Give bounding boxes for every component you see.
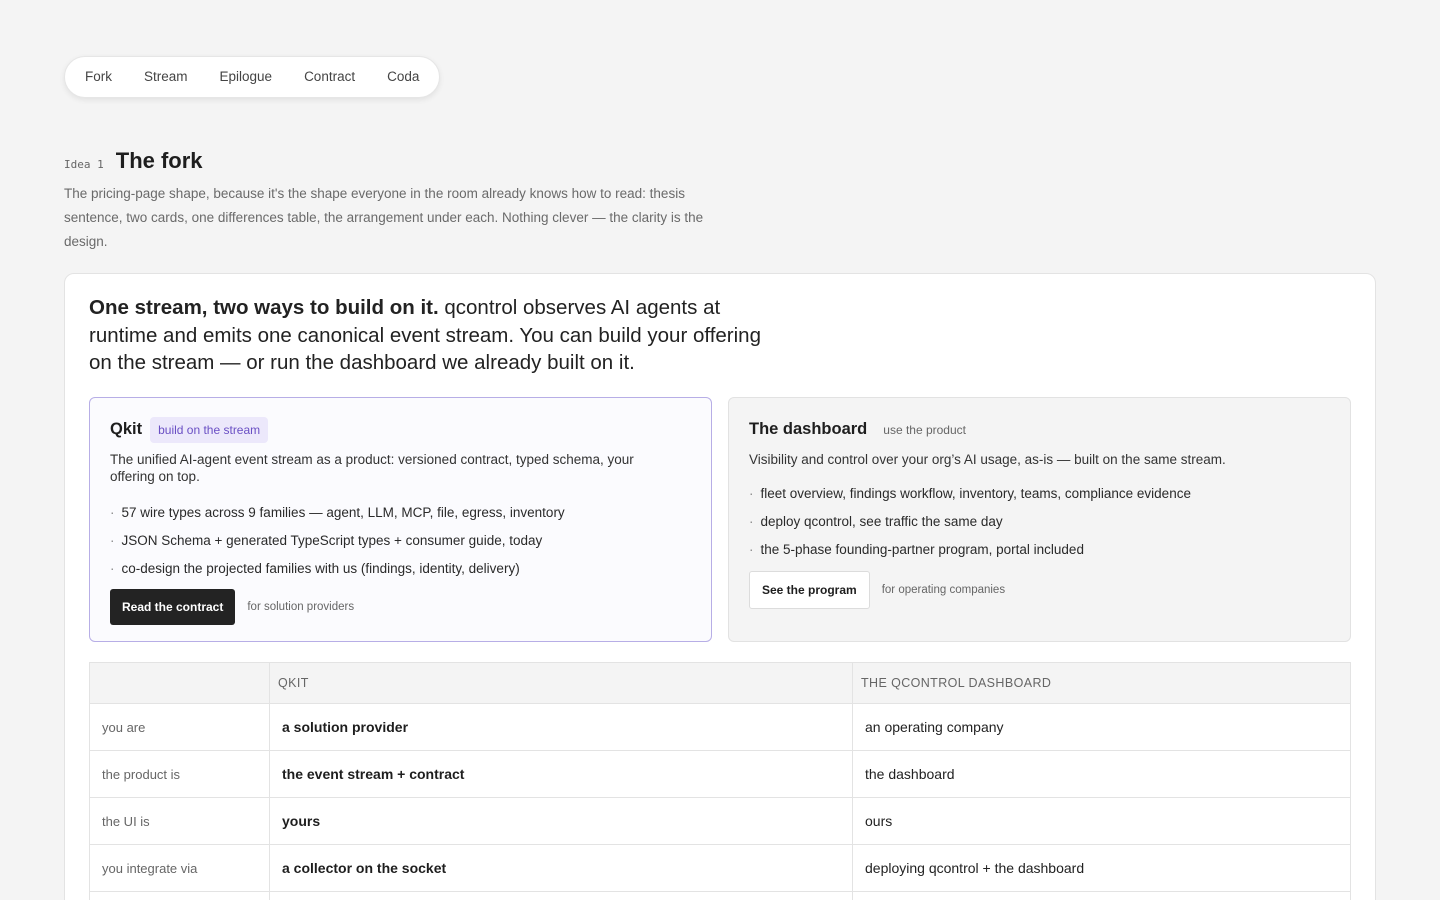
- table-header-dashboard: THE QCONTROL DASHBOARD: [852, 662, 1351, 704]
- dashboard-actions: See the program for operating companies: [749, 571, 1005, 609]
- list-item: · 57 wire types across 9 families — agent…: [110, 499, 691, 527]
- dashboard-card-description: Visibility and control over your org’s A…: [749, 452, 1226, 467]
- row-label: you are: [89, 703, 270, 751]
- bullet-dot-icon: ·: [110, 533, 115, 548]
- bullet-dot-icon: ·: [110, 561, 115, 576]
- table-row: you integrate via a collector on the soc…: [89, 844, 1351, 892]
- bullet-dot-icon: ·: [110, 505, 115, 520]
- nav-item-epilogue[interactable]: Epilogue: [204, 57, 289, 97]
- idea-description: The pricing-page shape, because it's the…: [64, 186, 704, 249]
- qkit-cell: the event stream + contract: [269, 750, 853, 798]
- dashboard-cell: deploying qcontrol + the dashboard: [852, 844, 1351, 892]
- read-contract-button[interactable]: Read the contract: [110, 589, 236, 625]
- qkit-bullet-text: 57 wire types across 9 families — agent,…: [121, 505, 565, 520]
- row-label: [89, 891, 270, 900]
- thesis-lead: One stream, two ways to build on it.: [89, 296, 439, 319]
- qkit-card: Qkit build on the stream The unified AI-…: [89, 397, 712, 642]
- idea-header: Idea 1 The fork: [64, 148, 203, 174]
- section-nav: Fork Stream Epilogue Contract Coda: [64, 56, 441, 98]
- qkit-bullet-text: JSON Schema + generated TypeScript types…: [121, 533, 543, 548]
- table-row: you are a solution provider an operating…: [89, 703, 1351, 751]
- dashboard-bullet-list: · fleet overview, findings workflow, inve…: [749, 480, 1330, 564]
- table-header-blank: [89, 662, 270, 704]
- differences-table: QKIT THE QCONTROL DASHBOARD you are a so…: [89, 662, 1351, 900]
- idea-title: The fork: [115, 148, 203, 173]
- nav-item-contract[interactable]: Contract: [288, 57, 371, 97]
- dashboard-bullet-text: fleet overview, findings workflow, inven…: [760, 486, 1191, 501]
- list-item: · deploy qcontrol, see traffic the same d…: [749, 508, 1330, 536]
- table-header-row: QKIT THE QCONTROL DASHBOARD: [89, 662, 1351, 704]
- dashboard-card: The dashboard use the product Visibility…: [728, 397, 1351, 642]
- qkit-audience-note: for solution providers: [247, 601, 355, 613]
- nav-item-coda[interactable]: Coda: [371, 57, 435, 97]
- qkit-card-title: Qkit: [110, 420, 143, 438]
- qkit-card-description: The unified AI-agent event stream as a p…: [110, 452, 634, 484]
- qkit-bullet-text: co-design the projected families with us…: [121, 561, 520, 576]
- dashboard-card-header: The dashboard use the product: [749, 416, 1330, 443]
- qkit-cell: yours: [269, 797, 853, 845]
- nav-item-fork[interactable]: Fork: [69, 57, 128, 97]
- table-row: the UI is yours ours: [89, 797, 1351, 845]
- see-program-button[interactable]: See the program: [749, 571, 870, 609]
- bullet-dot-icon: ·: [749, 542, 754, 557]
- list-item: · fleet overview, findings workflow, inve…: [749, 480, 1330, 508]
- bullet-dot-icon: ·: [749, 486, 754, 501]
- dashboard-bullet-text: the 5-phase founding-partner program, po…: [760, 542, 1084, 557]
- dashboard-cell: an operating company: [852, 703, 1351, 751]
- qkit-card-header: Qkit build on the stream: [110, 416, 691, 443]
- qkit-bullet-list: · 57 wire types across 9 families — agent…: [110, 499, 691, 583]
- fork-panel: One stream, two ways to build on it. qco…: [64, 273, 1376, 900]
- row-label: the product is: [89, 750, 270, 798]
- row-label: the UI is: [89, 797, 270, 845]
- qkit-cell: a collector on the socket: [269, 844, 853, 892]
- thesis-sentence: One stream, two ways to build on it. qco…: [89, 294, 769, 377]
- table-row: [89, 891, 1351, 900]
- dashboard-cell: the dashboard: [852, 750, 1351, 798]
- nav-item-stream[interactable]: Stream: [128, 57, 204, 97]
- table-row: the product is the event stream + contra…: [89, 750, 1351, 798]
- qkit-actions: Read the contract for solution providers: [110, 589, 354, 625]
- dashboard-cell: [852, 891, 1351, 900]
- qkit-badge: build on the stream: [150, 416, 269, 443]
- dashboard-bullet-text: deploy qcontrol, see traffic the same da…: [760, 514, 1003, 529]
- dashboard-cell: ours: [852, 797, 1351, 845]
- qkit-cell: [269, 891, 853, 900]
- bullet-dot-icon: ·: [749, 514, 754, 529]
- dashboard-badge: use the product: [883, 422, 966, 437]
- list-item: · the 5-phase founding-partner program, p…: [749, 536, 1330, 564]
- idea-tag: Idea 1: [64, 158, 104, 171]
- qkit-cell: a solution provider: [269, 703, 853, 751]
- dashboard-card-title: The dashboard: [749, 420, 868, 438]
- list-item: · co-design the projected families with u…: [110, 555, 691, 583]
- dashboard-audience-note: for operating companies: [881, 584, 1006, 596]
- list-item: · JSON Schema + generated TypeScript type…: [110, 527, 691, 555]
- row-label: you integrate via: [89, 844, 270, 892]
- table-header-qkit: QKIT: [269, 662, 853, 704]
